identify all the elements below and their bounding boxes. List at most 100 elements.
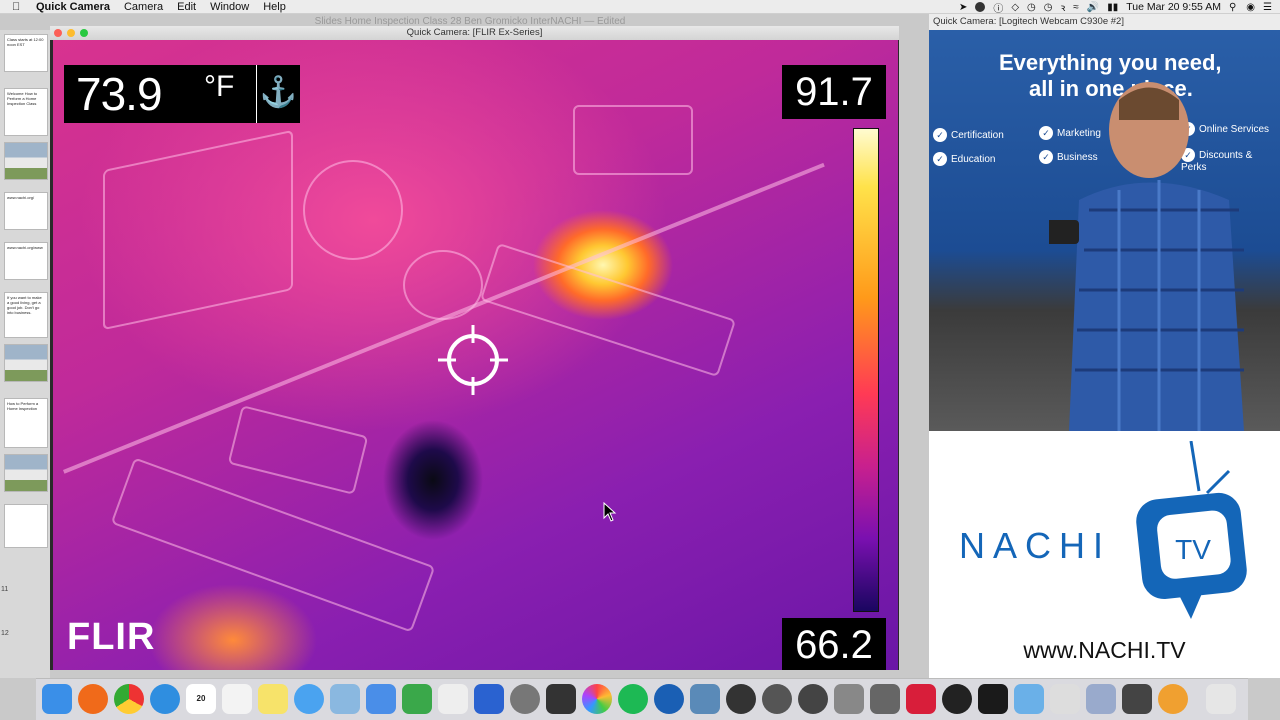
keynote-icon[interactable]	[366, 684, 396, 714]
mouse-cursor-icon	[603, 502, 617, 522]
preview-icon[interactable]	[330, 684, 360, 714]
slide-thumbnail[interactable]: Class starts at 12:00 noon EST	[4, 34, 48, 72]
safari-icon[interactable]	[150, 684, 180, 714]
menu-window[interactable]: Window	[210, 1, 249, 13]
spot-temperature-readout: 73.9 °F ⚓	[64, 65, 300, 123]
airplay-icon[interactable]	[1122, 684, 1152, 714]
slide-thumbnail[interactable]	[4, 454, 48, 492]
spot-crosshair-icon	[438, 325, 508, 395]
nachi-url: www.NACHI.TV	[1023, 637, 1186, 663]
nachi-tv-branding: NACHI TV www.NACHI.TV	[929, 431, 1280, 678]
status-dot-icon[interactable]	[975, 2, 986, 12]
slide-thumbnail[interactable]: www.nachi.org/	[4, 192, 48, 230]
magnifier-icon[interactable]	[690, 684, 720, 714]
slide-thumbnail-sidebar: Class starts at 12:00 noon EST Welcome H…	[0, 30, 50, 678]
folder-icon[interactable]	[1014, 684, 1044, 714]
notes-icon[interactable]	[258, 684, 288, 714]
spotlight-icon[interactable]: ⚲	[1229, 2, 1236, 13]
photos-icon[interactable]	[582, 684, 612, 714]
bluetooth-icon[interactable]: ꝛ	[1061, 0, 1066, 14]
dock: 20	[36, 678, 1248, 720]
menubar-clock[interactable]: Tue Mar 20 9:55 AM	[1126, 1, 1221, 13]
menu-help[interactable]: Help	[263, 1, 286, 13]
thermal-object-outline	[479, 242, 737, 378]
calendar-day: 20	[196, 694, 206, 703]
screenflow-icon[interactable]	[762, 684, 792, 714]
minimize-icon[interactable]	[67, 29, 75, 37]
messages-icon[interactable]	[294, 684, 324, 714]
system-preferences-icon[interactable]	[510, 684, 540, 714]
zoom-icon[interactable]	[80, 29, 88, 37]
scrivener-icon[interactable]	[438, 684, 468, 714]
nachi-tv-icon: TV	[1136, 441, 1247, 619]
info-icon[interactable]: ⓘ	[993, 0, 1003, 15]
user-avatar-icon[interactable]: ◉	[1246, 2, 1255, 13]
menu-bar:  Quick Camera Camera Edit Window Help ➤…	[0, 0, 1280, 15]
webcam-feed: Everything you need, all in one place. ✓…	[929, 30, 1280, 431]
banner-check-item: ✓ Education	[933, 152, 995, 166]
thermal-object-outline	[227, 405, 369, 495]
slide-thumbnail[interactable]	[4, 142, 48, 180]
location-icon[interactable]: ➤	[959, 2, 967, 13]
notification-center-icon[interactable]: ☰	[1263, 2, 1272, 13]
flir-camera-window: Quick Camera: [FLIR Ex-Series] 73.9 °F ⚓…	[50, 26, 899, 670]
banner-check-label: Education	[951, 154, 996, 165]
slide-thumbnail-text: If you want to make a good living, get a…	[7, 295, 42, 315]
textedit-icon[interactable]	[222, 684, 252, 714]
time-machine-icon[interactable]: ◷	[1044, 2, 1053, 13]
slide-thumbnail[interactable]: Welcome How to Perform a Home Inspection…	[4, 88, 48, 136]
spotify-icon[interactable]	[618, 684, 648, 714]
flir-window-titlebar[interactable]: Quick Camera: [FLIR Ex-Series]	[50, 26, 899, 40]
slide-thumbnail-text: Class starts at 12:00 noon EST	[7, 37, 44, 47]
final-cut-icon[interactable]	[546, 684, 576, 714]
camera-icon[interactable]	[726, 684, 756, 714]
firefox-icon[interactable]	[78, 684, 108, 714]
slide-number: 11	[1, 586, 9, 593]
tv-label: TV	[1175, 534, 1211, 565]
voice-icon[interactable]	[474, 684, 504, 714]
apple-menu-icon[interactable]: 	[12, 1, 26, 13]
menu-edit[interactable]: Edit	[177, 1, 196, 13]
quicktime-icon[interactable]	[654, 684, 684, 714]
webcam-window: Quick Camera: [Logitech Webcam C930e #2]…	[929, 14, 1280, 431]
close-icon[interactable]	[54, 29, 62, 37]
nachi-wordmark: NACHI	[959, 525, 1112, 566]
chrome-icon[interactable]	[114, 684, 144, 714]
q-icon[interactable]	[906, 684, 936, 714]
timer-icon[interactable]: ◷	[1027, 2, 1036, 13]
menu-app-name[interactable]: Quick Camera	[36, 1, 110, 13]
slide-thumbnail[interactable]	[4, 344, 48, 382]
menu-camera[interactable]: Camera	[124, 1, 163, 13]
flower-icon[interactable]	[1158, 684, 1188, 714]
slide-thumbnail-text: www.nachi.org/www	[7, 245, 43, 250]
mail-icon[interactable]	[1050, 684, 1080, 714]
spot-temperature-value: 73.9	[76, 68, 163, 120]
app-icon[interactable]	[834, 684, 864, 714]
terminal-icon[interactable]	[978, 684, 1008, 714]
thermal-object-outline	[403, 250, 483, 320]
wifi-icon[interactable]: ≈	[1073, 2, 1079, 13]
calendar-icon[interactable]: 20	[186, 684, 216, 714]
battery-icon[interactable]: ▮▮	[1107, 2, 1118, 13]
slide-thumbnail[interactable]: How to Perform a Home Inspection	[4, 398, 48, 448]
slide-thumbnail-text: www.nachi.org/	[7, 195, 35, 200]
banner-check-label: Certification	[951, 130, 1004, 141]
trash-icon[interactable]	[1206, 684, 1236, 714]
thermal-image: 73.9 °F ⚓ 91.7 66.2 FLIR	[53, 40, 898, 670]
pencil-icon[interactable]	[870, 684, 900, 714]
dropbox-icon[interactable]: ◇	[1011, 2, 1019, 13]
slide-thumbnail[interactable]	[4, 504, 48, 548]
webcam-window-title[interactable]: Quick Camera: [Logitech Webcam C930e #2]	[929, 14, 1280, 30]
thermal-object-outline	[303, 160, 403, 260]
scale-max-temperature: 91.7	[782, 65, 886, 119]
obs-icon[interactable]	[798, 684, 828, 714]
slide-thumbnail[interactable]: If you want to make a good living, get a…	[4, 292, 48, 338]
stop-icon[interactable]	[942, 684, 972, 714]
finder-icon[interactable]	[42, 684, 72, 714]
numbers-icon[interactable]	[402, 684, 432, 714]
volume-icon[interactable]: 🔊	[1087, 2, 1099, 13]
downloads-icon[interactable]	[1086, 684, 1116, 714]
banner-check-item: ✓ Certification	[933, 128, 1004, 142]
anchor-icon: ⚓	[256, 65, 300, 123]
slide-thumbnail[interactable]: www.nachi.org/www	[4, 242, 48, 280]
